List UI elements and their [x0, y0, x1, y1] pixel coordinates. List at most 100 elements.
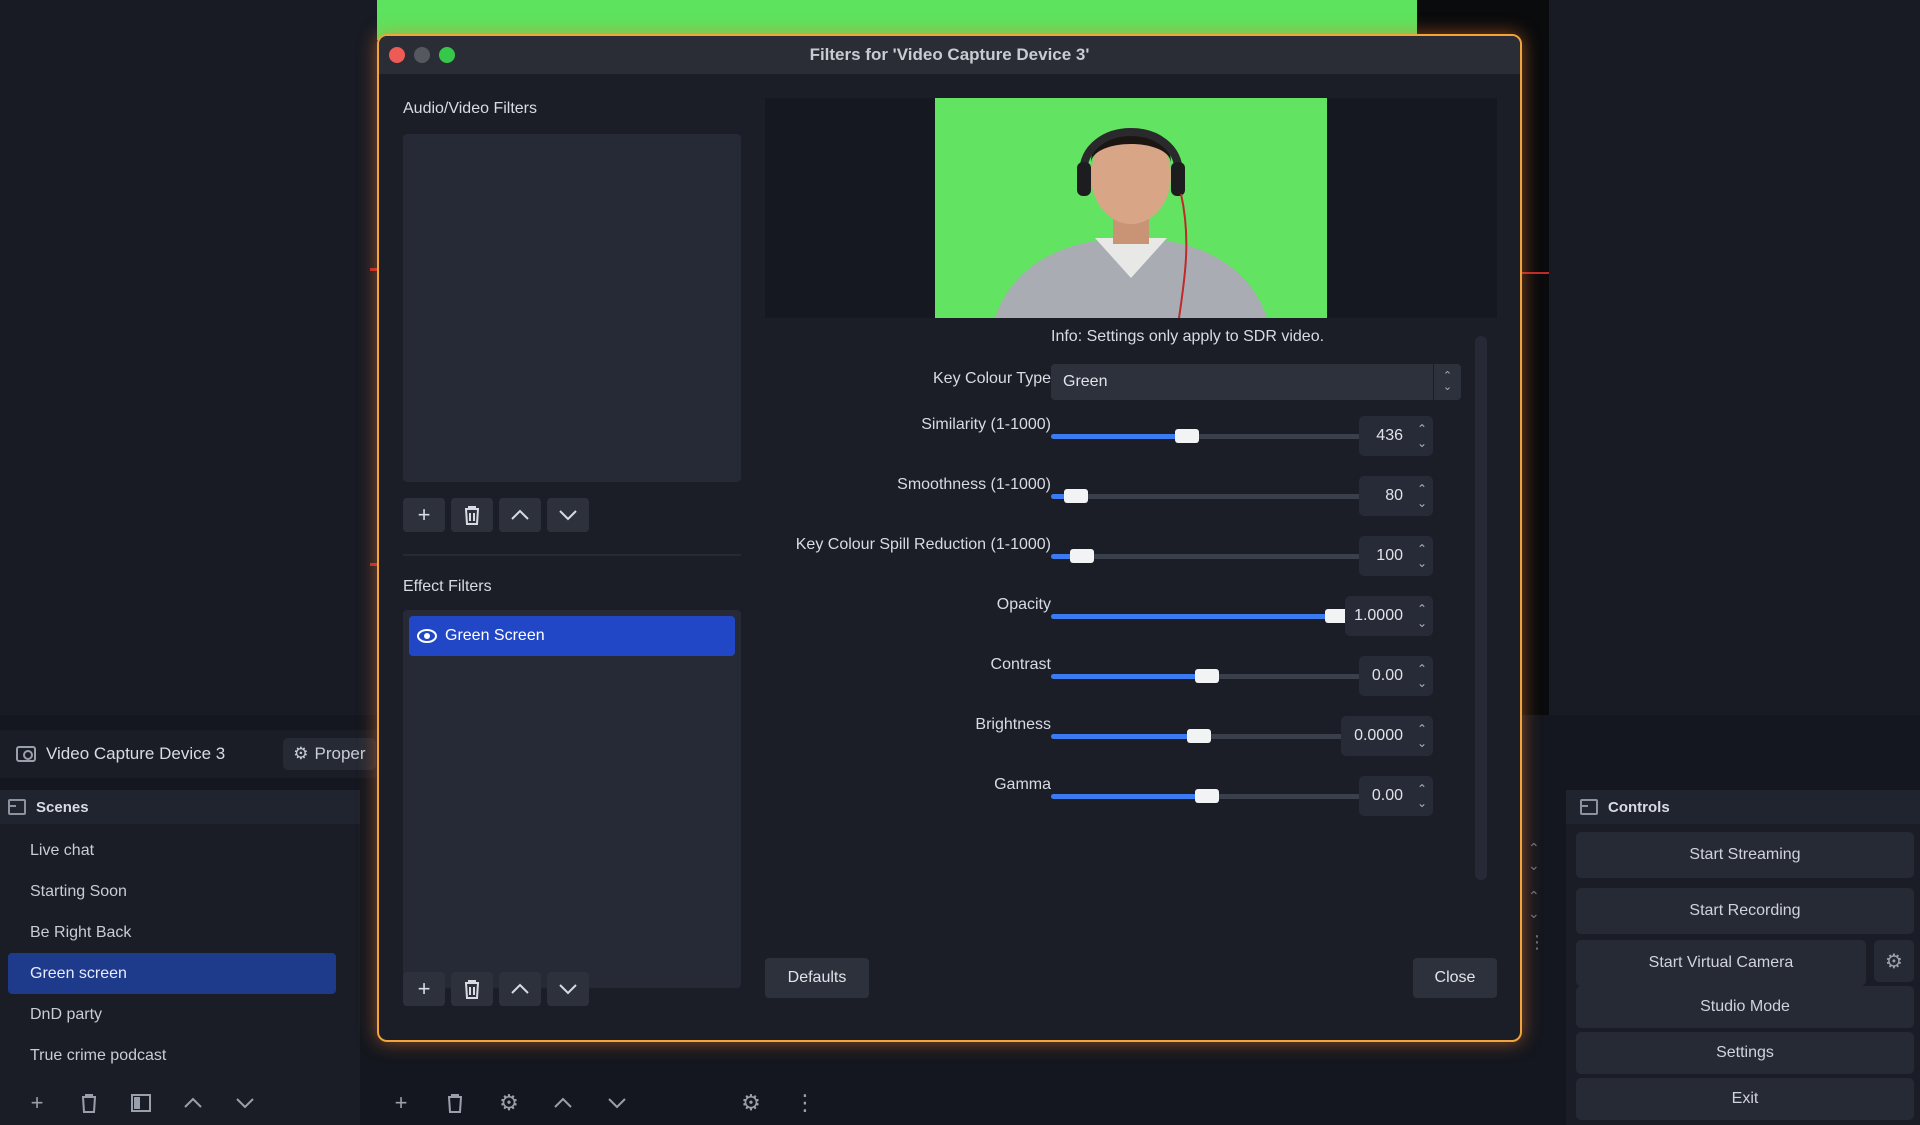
move-down-button[interactable]: [547, 498, 589, 532]
slider-thumb[interactable]: [1063, 489, 1088, 503]
trash-icon[interactable]: [438, 1086, 472, 1120]
spin-arrows-icon[interactable]: ⌃ ⌄: [1411, 782, 1433, 810]
scene-item[interactable]: Be Right Back: [8, 912, 336, 953]
controls-title: Controls: [1608, 798, 1670, 816]
trash-icon: [465, 980, 479, 999]
spin-arrows-icon[interactable]: ⌃ ⌄: [1528, 888, 1558, 922]
property-spinbox[interactable]: 0.00 ⌃ ⌄: [1359, 776, 1433, 816]
slider-thumb[interactable]: [1175, 429, 1200, 443]
trash-icon[interactable]: [72, 1086, 106, 1120]
dock-icon: [8, 799, 26, 815]
properties-scrollbar[interactable]: [1475, 336, 1487, 880]
audio-mixer-stub: ⌃ ⌄ ⌃ ⌄ ⋮: [1528, 830, 1558, 953]
gear-icon[interactable]: ⚙: [492, 1086, 526, 1120]
remove-filter-button[interactable]: [451, 498, 493, 532]
property-spinbox[interactable]: 80 ⌃ ⌄: [1359, 476, 1433, 516]
property-slider[interactable]: [1051, 789, 1363, 803]
exit-button[interactable]: Exit: [1576, 1078, 1914, 1120]
start-streaming-button[interactable]: Start Streaming: [1576, 832, 1914, 878]
filters-dialog: Filters for 'Video Capture Device 3' Aud…: [377, 34, 1522, 1042]
scene-item[interactable]: Green screen: [8, 953, 336, 994]
scenes-toolbar: +: [0, 1080, 360, 1125]
property-spinbox[interactable]: 100 ⌃ ⌄: [1359, 536, 1433, 576]
key-colour-type-select[interactable]: Green ⌃ ⌄: [1051, 364, 1461, 400]
properties-button[interactable]: ⚙ Proper: [283, 738, 376, 770]
property-slider[interactable]: [1051, 609, 1349, 623]
chevron-updown-icon: ⌃ ⌄: [1433, 364, 1461, 400]
close-button[interactable]: Close: [1413, 958, 1497, 998]
property-spinbox[interactable]: 436 ⌃ ⌄: [1359, 416, 1433, 456]
more-vertical-icon[interactable]: ⋮: [1528, 932, 1558, 953]
spin-arrows-icon[interactable]: ⌃ ⌄: [1411, 602, 1433, 630]
add-scene-icon[interactable]: +: [20, 1086, 54, 1120]
move-up-button[interactable]: [499, 972, 541, 1006]
maximize-window-button[interactable]: [439, 47, 455, 63]
slider-thumb[interactable]: [1195, 789, 1219, 803]
spin-arrows-icon[interactable]: ⌃ ⌄: [1411, 422, 1433, 450]
chevron-up-icon: [511, 509, 529, 520]
start-virtual-camera-button[interactable]: Start Virtual Camera: [1576, 940, 1866, 986]
spin-arrows-icon[interactable]: ⌃ ⌄: [1411, 482, 1433, 510]
spin-arrows-icon[interactable]: ⌃ ⌄: [1411, 542, 1433, 570]
move-down-button[interactable]: [547, 972, 589, 1006]
more-vertical-icon[interactable]: ⋮: [788, 1086, 822, 1120]
webcam-preview-image: [935, 98, 1327, 318]
property-slider[interactable]: [1051, 429, 1363, 443]
scenes-dock: Scenes Live chat Starting Soon Be Right Ba…: [0, 790, 360, 1125]
property-slider[interactable]: [1051, 549, 1363, 563]
scene-item[interactable]: Live chat: [8, 830, 336, 871]
scene-filters-icon[interactable]: [124, 1086, 158, 1120]
scene-item[interactable]: True crime podcast: [8, 1035, 336, 1076]
av-filters-label: Audio/Video Filters: [403, 100, 537, 117]
add-filter-button[interactable]: +: [403, 498, 445, 532]
advanced-audio-icon[interactable]: ⚙: [734, 1086, 768, 1120]
gear-icon[interactable]: ⚙: [1874, 940, 1914, 982]
property-label: Opacity: [996, 596, 1051, 613]
chevron-down-icon[interactable]: [228, 1086, 262, 1120]
move-up-button[interactable]: [499, 498, 541, 532]
slider-thumb[interactable]: [1187, 729, 1211, 743]
add-source-icon[interactable]: +: [384, 1086, 418, 1120]
scene-item[interactable]: Starting Soon: [8, 871, 336, 912]
spin-arrows-icon[interactable]: ⌃ ⌄: [1411, 722, 1433, 750]
spin-arrows-icon[interactable]: ⌃ ⌄: [1411, 662, 1433, 690]
add-filter-button[interactable]: +: [403, 972, 445, 1006]
settings-button[interactable]: Settings: [1576, 1032, 1914, 1074]
property-spinbox[interactable]: 1.0000 ⌃ ⌄: [1345, 596, 1433, 636]
slider-thumb[interactable]: [1195, 669, 1219, 683]
property-spinbox[interactable]: 0.00 ⌃ ⌄: [1359, 656, 1433, 696]
start-recording-button[interactable]: Start Recording: [1576, 888, 1914, 934]
av-filters-list[interactable]: [403, 134, 741, 482]
property-slider[interactable]: [1051, 669, 1363, 683]
spinbox-value: 100: [1376, 547, 1403, 564]
controls-dock: Controls Start Streaming Start Recording…: [1566, 790, 1920, 1125]
spin-arrows-icon[interactable]: ⌃ ⌄: [1528, 840, 1558, 874]
scene-list: Live chat Starting Soon Be Right Back Green…: [0, 824, 360, 1076]
chevron-up-icon[interactable]: [176, 1086, 210, 1120]
chevron-up-icon[interactable]: [546, 1086, 580, 1120]
remove-filter-button[interactable]: [451, 972, 493, 1006]
property-spinbox[interactable]: 0.0000 ⌃ ⌄: [1341, 716, 1433, 756]
close-window-button[interactable]: [389, 47, 405, 63]
slider-thumb[interactable]: [1070, 549, 1095, 563]
filter-preview: [765, 98, 1497, 318]
property-label: Key Colour Spill Reduction (1-1000): [795, 536, 1051, 553]
preview-area-right: [1549, 0, 1920, 715]
filter-properties: Info: Settings only apply to SDR video. …: [765, 328, 1497, 963]
property-slider[interactable]: [1051, 729, 1347, 743]
filter-item-green-screen[interactable]: Green Screen: [409, 616, 735, 656]
defaults-button[interactable]: Defaults: [765, 958, 869, 998]
slider-fill: [1051, 614, 1349, 619]
property-slider[interactable]: [1051, 489, 1363, 503]
chevron-down-icon: [559, 510, 577, 521]
eye-icon[interactable]: [417, 629, 437, 643]
studio-mode-button[interactable]: Studio Mode: [1576, 986, 1914, 1028]
property-label: Contrast: [990, 656, 1051, 673]
spinbox-value: 1.0000: [1354, 607, 1403, 624]
chevron-down-icon[interactable]: [600, 1086, 634, 1120]
spinbox-value: 0.00: [1371, 667, 1403, 684]
minimize-window-button[interactable]: [414, 47, 430, 63]
scene-item[interactable]: DnD party: [8, 994, 336, 1035]
slider-fill: [1051, 434, 1188, 439]
gear-icon: ⚙: [293, 744, 309, 763]
